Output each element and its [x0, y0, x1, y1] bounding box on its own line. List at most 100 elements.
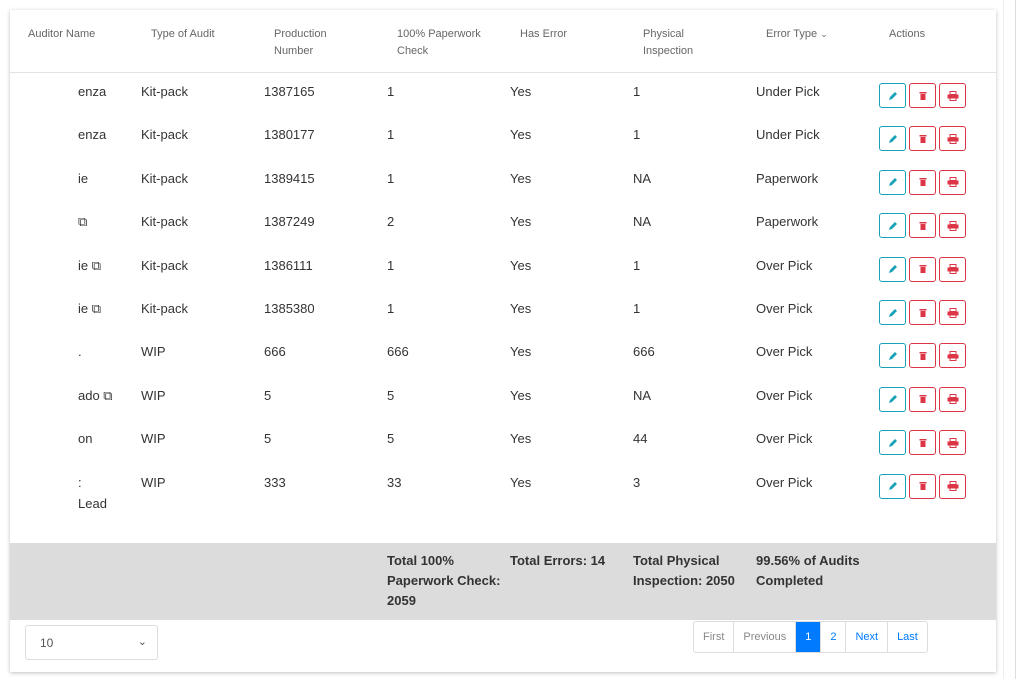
print-button[interactable]	[939, 169, 966, 195]
cell-type: Kit-pack	[141, 170, 188, 186]
page-2[interactable]: 2	[821, 622, 847, 652]
trash-icon	[919, 351, 926, 360]
audit-table-card: Auditor Name Type of Audit Production Nu…	[10, 10, 996, 672]
cell-auditor: ie	[78, 170, 89, 186]
page-next[interactable]: Next	[846, 622, 889, 652]
scrollbar[interactable]	[1003, 0, 1024, 679]
trash-icon	[919, 308, 926, 317]
table-row: ado ⧉ WIP 5 5 Yes NA Over Pick	[10, 377, 996, 420]
row-actions	[879, 430, 966, 456]
edit-button[interactable]	[879, 430, 906, 456]
cell-type: Kit-pack	[141, 257, 188, 273]
table-header: Auditor Name Type of Audit Production Nu…	[10, 10, 996, 73]
header-error-type[interactable]: Error Type ⌄	[766, 26, 828, 43]
pagination: First Previous 1 2 Next Last	[693, 621, 928, 653]
total-physical: Total Physical Inspection: 2050	[633, 553, 735, 588]
header-has-error[interactable]: Has Error	[520, 26, 567, 43]
edit-button[interactable]	[879, 300, 906, 325]
cell-error-type: Over Pick	[756, 257, 813, 273]
chevron-down-icon: ⌄	[137, 636, 147, 648]
cell-paperwork: 33	[387, 474, 402, 490]
print-button[interactable]	[939, 126, 966, 152]
cell-production: 5	[264, 387, 272, 403]
audits-completed: 99.56% of Audits Completed	[756, 553, 860, 588]
delete-button[interactable]	[909, 213, 936, 239]
cell-has-error: Yes	[510, 257, 532, 273]
page-1[interactable]: 1	[796, 622, 822, 652]
cell-error-type: Over Pick	[756, 474, 813, 490]
cell-auditor: ado ⧉	[78, 387, 113, 403]
header-paperwork-check[interactable]: 100% Paperwork Check	[397, 26, 497, 60]
cell-physical: 1	[633, 127, 641, 143]
cell-production: 666	[264, 344, 286, 360]
scrollbar-track[interactable]	[1015, 0, 1016, 679]
header-physical-inspection[interactable]: Physical Inspection	[643, 26, 713, 60]
trash-icon	[919, 91, 926, 100]
edit-button[interactable]	[879, 126, 906, 152]
page-previous[interactable]: Previous	[734, 622, 797, 652]
page-last[interactable]: Last	[888, 622, 927, 652]
edit-button[interactable]	[879, 213, 906, 239]
cell-type: WIP	[141, 387, 166, 403]
print-button[interactable]	[939, 473, 966, 499]
table-row: . WIP 666 666 Yes 666 Over Pick	[10, 333, 996, 376]
cell-error-type: Over Pick	[756, 301, 813, 316]
row-actions	[879, 386, 966, 412]
print-button[interactable]	[939, 256, 966, 282]
pencil-icon	[888, 265, 897, 274]
table-row: ie ⧉ Kit-pack 1385380 1 Yes 1 Over Pick	[10, 290, 996, 333]
cell-has-error: Yes	[510, 84, 532, 99]
cell-auditor: ⧉	[78, 214, 88, 230]
edit-button[interactable]	[879, 473, 906, 499]
printer-icon	[947, 133, 958, 144]
cell-physical: 1	[633, 301, 641, 316]
cell-paperwork: 1	[387, 127, 395, 143]
cell-production: 1387249	[264, 214, 315, 230]
header-type-of-audit[interactable]: Type of Audit	[151, 26, 215, 43]
print-button[interactable]	[939, 343, 966, 369]
table-row: ie Kit-pack 1389415 1 Yes NA Paperwork	[10, 160, 996, 203]
cell-physical: 3	[633, 474, 641, 490]
cell-type: Kit-pack	[141, 214, 188, 230]
delete-button[interactable]	[909, 169, 936, 195]
cell-auditor: on	[78, 431, 93, 447]
delete-button[interactable]	[909, 386, 936, 412]
delete-button[interactable]	[909, 300, 936, 325]
cell-paperwork: 5	[387, 431, 395, 447]
cell-has-error: Yes	[510, 474, 532, 490]
pencil-icon	[888, 438, 897, 447]
edit-button[interactable]	[879, 256, 906, 282]
trash-icon	[919, 482, 926, 491]
print-button[interactable]	[939, 386, 966, 412]
trash-icon	[919, 438, 926, 447]
cell-paperwork: 2	[387, 214, 395, 230]
cell-has-error: Yes	[510, 344, 532, 360]
print-button[interactable]	[939, 83, 966, 108]
delete-button[interactable]	[909, 343, 936, 369]
header-auditor-name[interactable]: Auditor Name	[28, 26, 95, 43]
page-first[interactable]: First	[694, 622, 735, 652]
print-button[interactable]	[939, 300, 966, 325]
edit-button[interactable]	[879, 343, 906, 369]
delete-button[interactable]	[909, 430, 936, 456]
delete-button[interactable]	[909, 473, 936, 499]
header-error-type-label: Error Type	[766, 28, 818, 40]
print-button[interactable]	[939, 430, 966, 456]
page-size-select[interactable]: 10 ⌄	[25, 625, 158, 660]
cell-paperwork: 1	[387, 301, 395, 316]
edit-button[interactable]	[879, 83, 906, 108]
header-production-number[interactable]: Production Number	[274, 26, 344, 60]
delete-button[interactable]	[909, 126, 936, 152]
edit-button[interactable]	[879, 169, 906, 195]
trash-icon	[919, 134, 926, 143]
cell-auditor: ie ⧉	[78, 257, 102, 273]
cell-auditor: enza	[78, 84, 107, 99]
delete-button[interactable]	[909, 83, 936, 108]
edit-button[interactable]	[879, 386, 906, 412]
printer-icon	[947, 350, 958, 361]
table-row: on WIP 5 5 Yes 44 Over Pick	[10, 420, 996, 463]
print-button[interactable]	[939, 213, 966, 239]
row-actions	[879, 256, 966, 282]
delete-button[interactable]	[909, 256, 936, 282]
printer-icon	[947, 437, 958, 448]
